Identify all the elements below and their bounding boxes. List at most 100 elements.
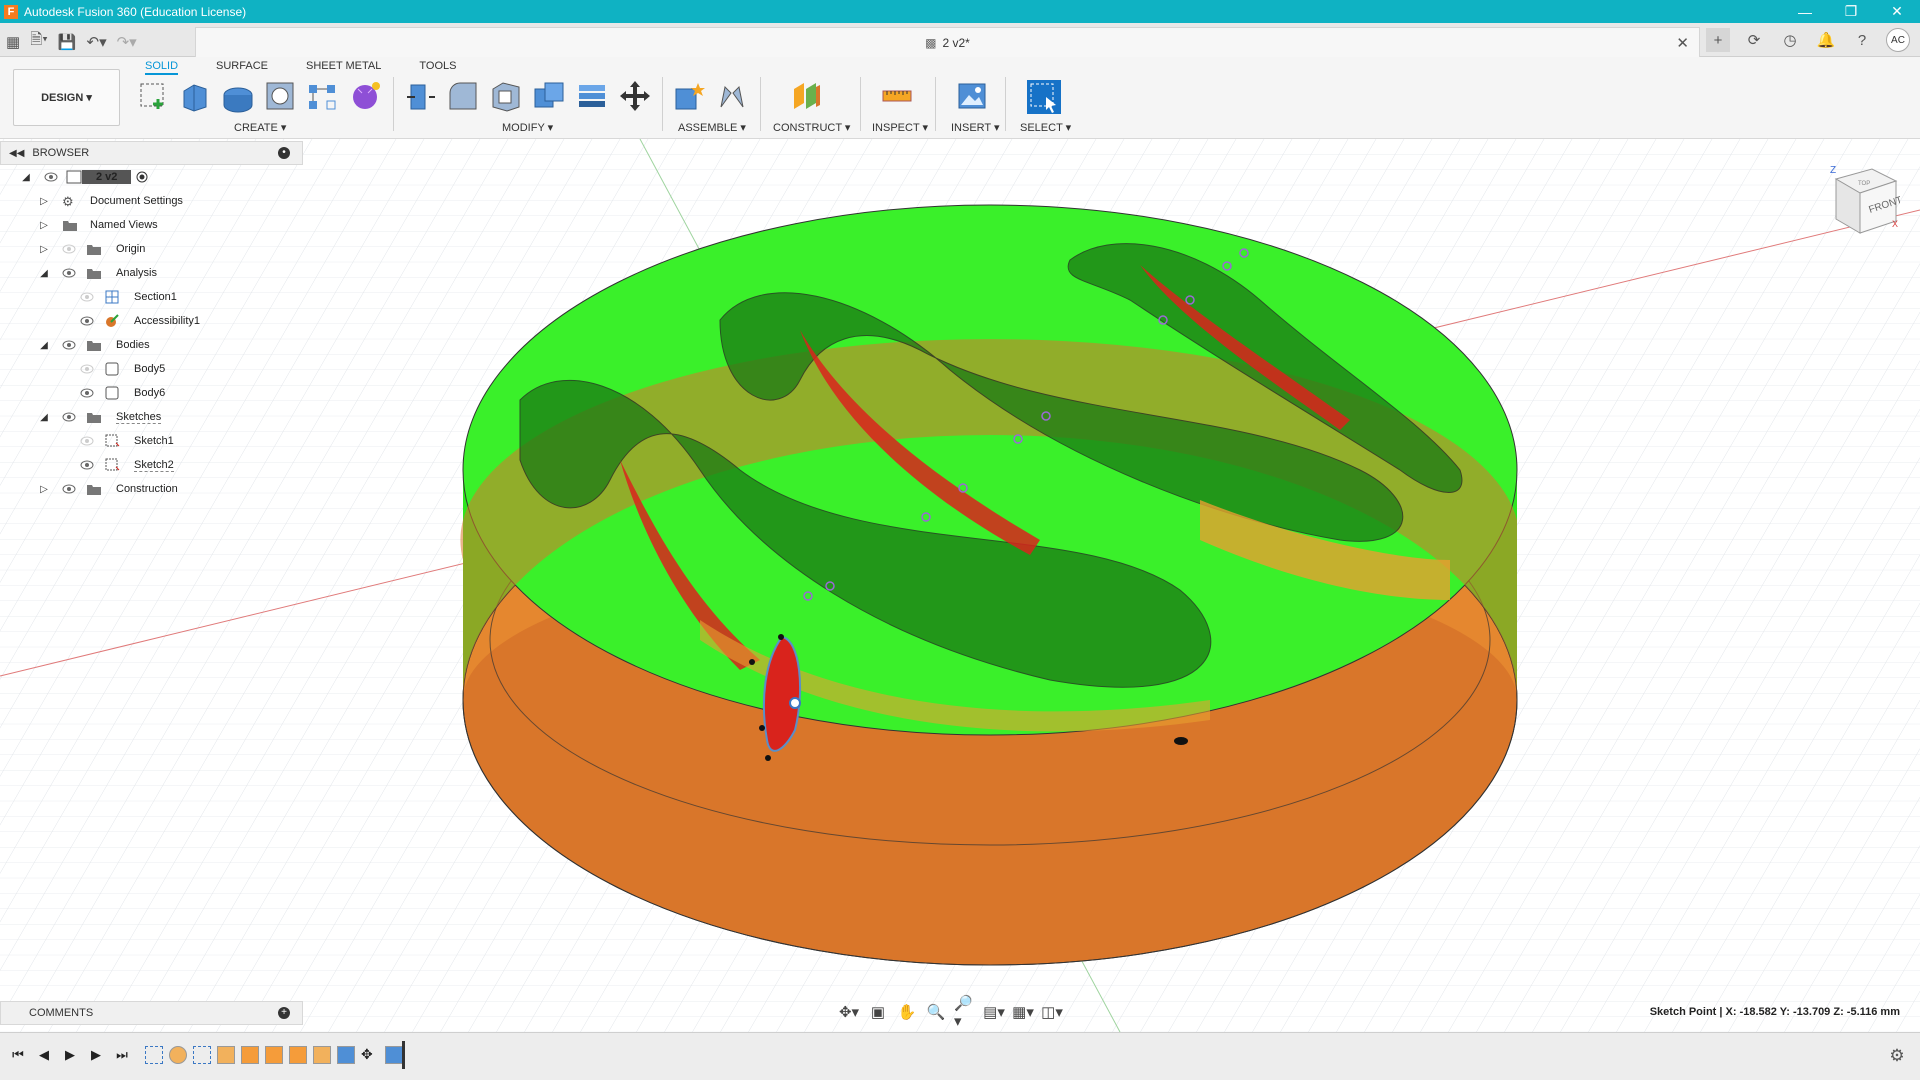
- collapse-icon[interactable]: ◀◀: [9, 148, 24, 159]
- file-menu-icon[interactable]: 🗎▾: [30, 29, 48, 54]
- sketch-point[interactable]: [759, 725, 765, 731]
- timeline-start-icon[interactable]: ⏮: [10, 1047, 26, 1063]
- timeline-feature-icon[interactable]: [337, 1046, 355, 1064]
- new-tab-plus-icon[interactable]: +: [1706, 28, 1730, 52]
- orbit-icon[interactable]: ✥▾: [838, 1003, 860, 1021]
- fillet-icon[interactable]: [446, 79, 480, 113]
- close-window-icon[interactable]: ✕: [1874, 0, 1920, 23]
- comments-add-icon[interactable]: +: [278, 1007, 290, 1019]
- move-icon[interactable]: [618, 79, 652, 113]
- insert-group-label[interactable]: INSERT ▾: [951, 121, 1000, 134]
- tree-item[interactable]: ◢ Analysis: [0, 261, 303, 285]
- joint-icon[interactable]: [715, 79, 749, 113]
- select-group-label[interactable]: SELECT ▾: [1020, 121, 1071, 134]
- zoom-icon[interactable]: 🔍: [925, 1003, 947, 1021]
- timeline-move-icon[interactable]: ✥: [361, 1046, 379, 1064]
- combine-icon[interactable]: [532, 79, 566, 113]
- expand-icon[interactable]: ▷: [38, 483, 50, 495]
- modify-group-label[interactable]: MODIFY ▾: [502, 121, 553, 134]
- look-at-icon[interactable]: ▣: [867, 1003, 889, 1021]
- expand-icon[interactable]: ◢: [20, 171, 32, 183]
- browser-pin-icon[interactable]: •: [278, 147, 290, 159]
- visibility-eye-icon[interactable]: [80, 316, 94, 326]
- notifications-bell-icon[interactable]: 🔔: [1814, 28, 1838, 52]
- workspace-switcher[interactable]: DESIGN ▾: [13, 69, 120, 126]
- visibility-eye-icon[interactable]: [80, 388, 94, 398]
- visibility-eye-icon[interactable]: [62, 244, 76, 254]
- expand-icon[interactable]: ▷: [38, 219, 50, 231]
- revolve-icon[interactable]: [221, 79, 255, 113]
- visibility-eye-icon[interactable]: [80, 292, 94, 302]
- tab-tools[interactable]: TOOLS: [419, 59, 456, 75]
- insert-canvas-icon[interactable]: [955, 79, 989, 113]
- timeline-play-icon[interactable]: ▶: [62, 1047, 78, 1063]
- undo-icon[interactable]: ↶▾: [87, 33, 107, 51]
- press-pull-icon[interactable]: [403, 79, 437, 113]
- expand-icon[interactable]: ◢: [38, 339, 50, 351]
- tree-item[interactable]: Accessibility1: [0, 309, 303, 333]
- sketch-point[interactable]: [778, 634, 784, 640]
- job-status-icon[interactable]: ◷: [1778, 28, 1802, 52]
- tree-item[interactable]: Section1: [0, 285, 303, 309]
- timeline-prev-icon[interactable]: ◀: [36, 1047, 52, 1063]
- help-icon[interactable]: ?: [1850, 28, 1874, 52]
- document-tab[interactable]: ▩ 2 v2* ✕: [195, 27, 1700, 57]
- timeline-revolve-icon[interactable]: [169, 1046, 187, 1064]
- timeline-feature-icon[interactable]: [385, 1046, 403, 1064]
- shell-icon[interactable]: [489, 79, 523, 113]
- fit-icon[interactable]: 🔎▾: [954, 995, 976, 1030]
- offset-plane-icon[interactable]: [790, 79, 824, 113]
- visibility-eye-icon[interactable]: [44, 172, 58, 182]
- data-panel-grid-icon[interactable]: ▦: [6, 33, 20, 51]
- timeline-sketch-icon[interactable]: [145, 1046, 163, 1064]
- timeline-settings-gear-icon[interactable]: ⚙: [1888, 1046, 1906, 1065]
- measure-icon[interactable]: [880, 79, 914, 113]
- timeline-feature-icon[interactable]: [313, 1046, 331, 1064]
- assemble-group-label[interactable]: ASSEMBLE ▾: [678, 121, 746, 134]
- visibility-eye-icon[interactable]: [62, 484, 76, 494]
- save-icon[interactable]: 💾: [58, 33, 77, 51]
- create-form-icon[interactable]: [348, 79, 382, 113]
- timeline-end-icon[interactable]: ⏭: [114, 1047, 130, 1063]
- visibility-eye-icon[interactable]: [62, 340, 76, 350]
- new-component-icon[interactable]: [672, 79, 706, 113]
- viewports-icon[interactable]: ◫▾: [1041, 1003, 1063, 1021]
- close-tab-icon[interactable]: ✕: [1676, 34, 1689, 52]
- timeline-sketch-icon[interactable]: [193, 1046, 211, 1064]
- visibility-eye-icon[interactable]: [62, 268, 76, 278]
- pan-hand-icon[interactable]: ✋: [896, 1003, 918, 1021]
- inspect-group-label[interactable]: INSPECT ▾: [872, 121, 928, 134]
- sketch-point[interactable]: [765, 755, 771, 761]
- tree-item[interactable]: ▷ Construction: [0, 477, 303, 501]
- tree-item[interactable]: Sketch1: [0, 429, 303, 453]
- tree-item[interactable]: ▷ Origin: [0, 237, 303, 261]
- select-tool-icon[interactable]: [1026, 79, 1062, 115]
- tree-item[interactable]: ◢ Sketches: [0, 405, 303, 429]
- timeline-feature-icon[interactable]: [241, 1046, 259, 1064]
- tree-item[interactable]: Body5: [0, 357, 303, 381]
- timeline-feature-icon[interactable]: [217, 1046, 235, 1064]
- activate-radio-icon[interactable]: [134, 170, 150, 184]
- visibility-eye-icon[interactable]: [80, 460, 94, 470]
- timeline-feature-icon[interactable]: [265, 1046, 283, 1064]
- timeline-feature-icon[interactable]: [289, 1046, 307, 1064]
- create-sketch-icon[interactable]: [136, 79, 170, 113]
- expand-icon[interactable]: ◢: [38, 267, 50, 279]
- redo-icon[interactable]: ↷▾: [117, 33, 137, 51]
- user-avatar[interactable]: AC: [1886, 28, 1910, 52]
- timeline-marker[interactable]: [402, 1041, 405, 1069]
- offset-faces-icon[interactable]: [575, 79, 609, 113]
- tree-item[interactable]: ◢ Bodies: [0, 333, 303, 357]
- tab-solid[interactable]: SOLID: [145, 59, 179, 75]
- extrude-icon[interactable]: [178, 79, 212, 113]
- restore-icon[interactable]: ❐: [1828, 0, 1874, 23]
- tree-root[interactable]: ◢ 2 v2: [0, 165, 303, 189]
- expand-icon[interactable]: ▷: [38, 195, 50, 207]
- display-settings-icon[interactable]: ▤▾: [983, 1003, 1005, 1021]
- create-group-label[interactable]: CREATE ▾: [234, 121, 286, 134]
- extensions-icon[interactable]: ⟳: [1742, 28, 1766, 52]
- tree-item[interactable]: Sketch2: [0, 453, 303, 477]
- pattern-icon[interactable]: [305, 79, 339, 113]
- visibility-eye-icon[interactable]: [80, 364, 94, 374]
- sketch-point-selected[interactable]: [789, 697, 801, 709]
